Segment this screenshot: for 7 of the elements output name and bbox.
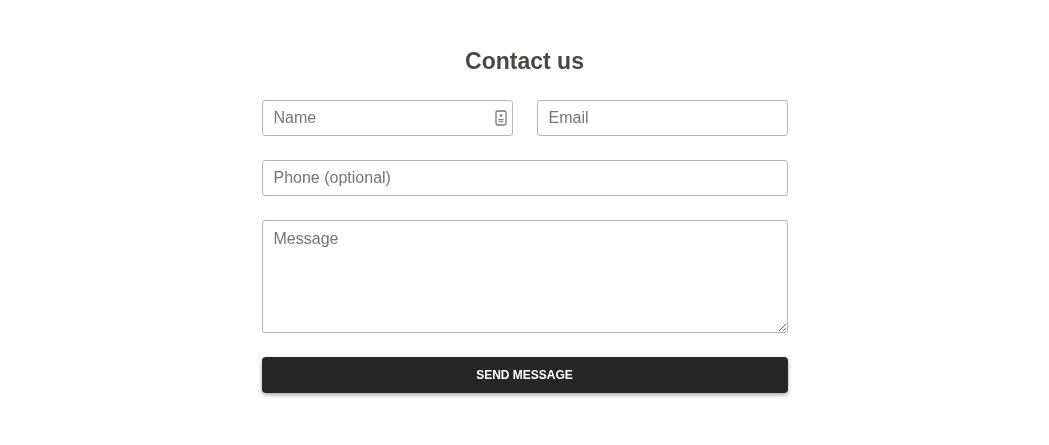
input-field[interactable]: Email: [536, 100, 788, 136]
form-title: Contact us: [465, 47, 584, 76]
send-message-button[interactable]: SEND MESSAGE: [261, 357, 788, 393]
message-field[interactable]: Message: [261, 220, 788, 333]
contact-card-icon[interactable]: [494, 110, 507, 126]
input-field[interactable]: Phone (optional): [261, 160, 788, 196]
input-field[interactable]: Name: [261, 100, 513, 136]
